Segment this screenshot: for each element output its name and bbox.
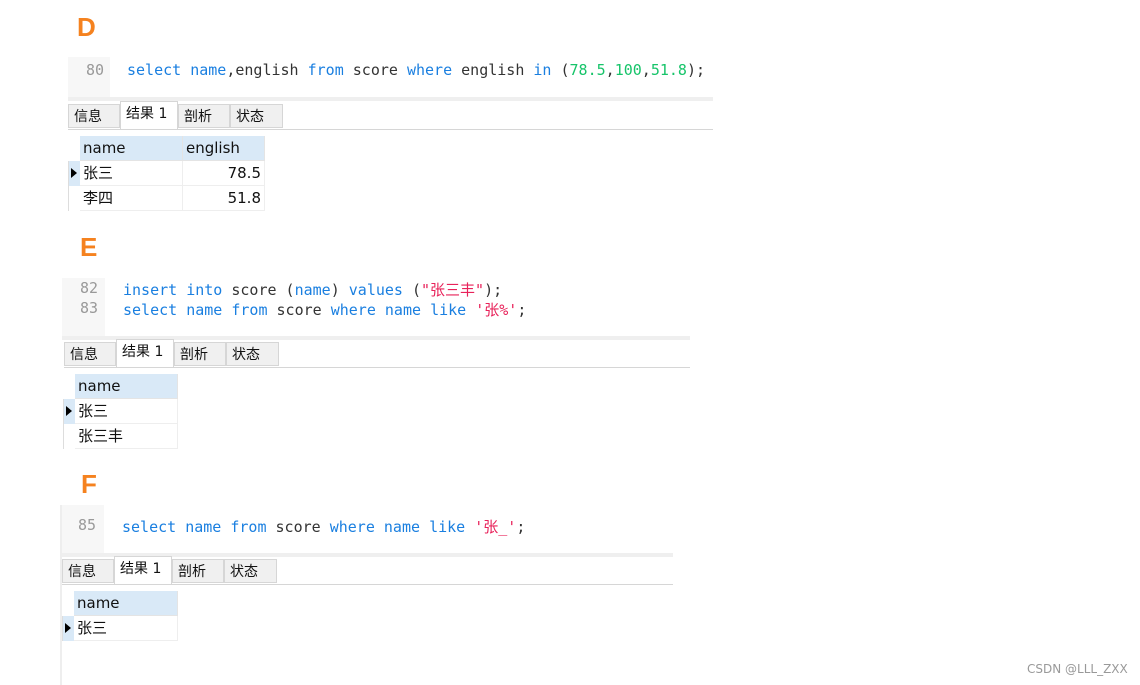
code-token-text: ); — [686, 61, 705, 79]
code-token-text: score — [276, 301, 331, 319]
result-tabs: 信息 结果 1 剖析 状态 — [68, 101, 713, 130]
code-line[interactable]: select name from score where name like '… — [122, 516, 525, 537]
tab-result-1[interactable]: 结果 1 — [114, 556, 172, 584]
code-token-text: ); — [484, 281, 503, 299]
line-number: 85 — [77, 516, 96, 534]
column-header-english[interactable]: english — [183, 136, 265, 161]
tab-result-1[interactable]: 结果 1 — [120, 101, 178, 129]
code-token-keyword: from — [307, 61, 353, 79]
left-border — [60, 505, 62, 685]
code-token-text: ( — [412, 281, 422, 299]
code-token-keyword: name — [384, 301, 431, 319]
code-token-text: score ( — [231, 281, 295, 299]
sql-editor[interactable]: 82 insert into score (name) values ("张三丰"… — [62, 278, 690, 336]
tab-info[interactable]: 信息 — [68, 104, 120, 128]
code-token-number: 51.8 — [650, 61, 687, 79]
code-token-keyword: name — [185, 518, 231, 536]
grid-cell[interactable]: 51.8 — [183, 186, 265, 211]
code-token-keyword: where — [329, 518, 384, 536]
code-token-text: score — [352, 61, 407, 79]
code-token-keyword: in — [533, 61, 561, 79]
code-token-keyword: into — [186, 281, 232, 299]
grid-cell[interactable]: 张三 — [80, 161, 183, 186]
code-token-text: ,english — [226, 61, 308, 79]
section-label: D — [77, 12, 96, 42]
tab-status[interactable]: 状态 — [230, 104, 283, 128]
watermark: CSDN @LLL_ZXX — [1027, 662, 1128, 676]
code-token-keyword: name — [294, 281, 331, 299]
row-selector[interactable] — [68, 186, 80, 211]
tab-profile[interactable]: 剖析 — [174, 342, 226, 366]
code-token-keyword: name — [383, 518, 430, 536]
sql-editor[interactable]: 80 select name,english from score where e… — [68, 57, 713, 97]
grid-left-border — [68, 161, 69, 211]
code-token-text: english — [461, 61, 534, 79]
result-tabs: 信息 结果 1 剖析 状态 — [62, 556, 673, 585]
code-token-keyword: like — [430, 301, 476, 319]
code-token-keyword: select — [123, 301, 187, 319]
code-token-number: 78.5 — [569, 61, 606, 79]
code-token-text: ( — [560, 61, 570, 79]
code-token-text: ; — [516, 518, 526, 536]
tab-result-1[interactable]: 结果 1 — [116, 339, 174, 367]
tab-profile[interactable]: 剖析 — [178, 104, 230, 128]
code-token-keyword: insert — [123, 281, 187, 299]
sql-editor[interactable]: 85 select name from score where name like… — [60, 505, 673, 553]
row-selector[interactable] — [63, 424, 75, 449]
column-header-name[interactable]: name — [75, 374, 178, 399]
grid-cell[interactable]: 张三 — [74, 616, 178, 641]
grid-cell[interactable]: 张三丰 — [75, 424, 178, 449]
tab-status[interactable]: 状态 — [226, 342, 279, 366]
code-line[interactable]: insert into score (name) values ("张三丰"); — [123, 279, 502, 300]
grid-left-border — [62, 616, 63, 641]
code-token-text: , — [605, 61, 615, 79]
section-label: E — [80, 232, 98, 262]
code-token-keyword: from — [230, 518, 276, 536]
code-token-number: 100 — [614, 61, 642, 79]
code-token-text: score — [275, 518, 330, 536]
code-token-string: '张_' — [474, 518, 517, 536]
tab-info[interactable]: 信息 — [62, 559, 114, 583]
result-tabs: 信息 结果 1 剖析 状态 — [64, 339, 690, 368]
code-token-keyword: select — [122, 518, 186, 536]
code-token-text: , — [641, 61, 651, 79]
code-token-string: "张三丰" — [421, 281, 485, 299]
code-token-keyword: name — [190, 61, 227, 79]
code-token-keyword: name — [186, 301, 232, 319]
code-line[interactable]: select name from score where name like '… — [123, 299, 526, 320]
column-header-name[interactable]: name — [74, 591, 178, 616]
line-number: 82 — [79, 279, 98, 297]
code-token-keyword: like — [429, 518, 475, 536]
tab-profile[interactable]: 剖析 — [172, 559, 224, 583]
grid-cell[interactable]: 李四 — [80, 186, 183, 211]
grid-left-border — [63, 399, 64, 449]
code-token-keyword: where — [330, 301, 385, 319]
column-header-name[interactable]: name — [80, 136, 183, 161]
line-number-partial — [60, 498, 96, 506]
row-selector-arrow-icon[interactable] — [62, 616, 74, 641]
code-token-keyword: where — [406, 61, 462, 79]
row-selector-arrow-icon[interactable] — [63, 399, 75, 424]
line-number: 83 — [79, 299, 98, 317]
row-selector-arrow-icon[interactable] — [68, 161, 80, 186]
code-token-keyword: values — [348, 281, 412, 299]
code-line[interactable]: select name,english from score where eng… — [127, 61, 705, 79]
tab-status[interactable]: 状态 — [224, 559, 277, 583]
code-token-keyword: select — [127, 61, 191, 79]
section-label: F — [81, 469, 97, 499]
grid-cell[interactable]: 78.5 — [183, 161, 265, 186]
line-number: 80 — [85, 61, 104, 79]
code-token-text: ) — [330, 281, 349, 299]
code-token-keyword: from — [231, 301, 277, 319]
tab-info[interactable]: 信息 — [64, 342, 116, 366]
code-token-text: ; — [517, 301, 527, 319]
code-token-string: '张%' — [475, 301, 518, 319]
grid-cell[interactable]: 张三 — [75, 399, 178, 424]
